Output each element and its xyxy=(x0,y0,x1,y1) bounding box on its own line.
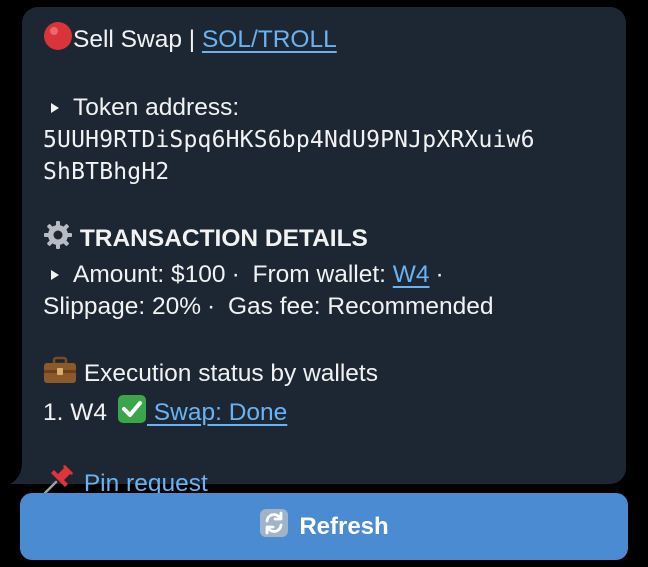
triangle-bullet-icon xyxy=(51,270,59,280)
execution-item: 1. W4 Swap: Done xyxy=(43,394,606,433)
details-heading-row: TRANSACTION DETAILS xyxy=(43,220,606,259)
gas-fee-text: Gas fee: Recommended xyxy=(228,293,494,320)
amount-text: Amount: $100 xyxy=(73,261,226,288)
pair-link[interactable]: SOL/TROLL xyxy=(202,26,337,53)
message-bubble: Sell Swap | SOL/TROLL Token address: 5UU… xyxy=(22,7,626,497)
title-text: Sell Swap | xyxy=(73,26,202,53)
execution-heading-row: Execution status by wallets xyxy=(43,355,606,394)
separator: · xyxy=(435,261,444,288)
amount-row: Amount: $100 · From wallet: W4 · xyxy=(43,259,606,291)
briefcase-icon xyxy=(43,355,77,394)
gear-icon xyxy=(43,220,73,259)
execution-item-link[interactable]: Swap: Done xyxy=(107,395,287,426)
separator: · xyxy=(231,261,240,288)
refresh-icon xyxy=(259,508,289,545)
slippage-row: Slippage: 20% · Gas fee: Recommended xyxy=(43,291,606,323)
red-circle-icon xyxy=(43,21,73,60)
execution-item-wallet: 1. W4 xyxy=(43,399,107,426)
details-heading: TRANSACTION DETAILS xyxy=(79,225,368,252)
execution-heading: Execution status by wallets xyxy=(83,360,378,387)
separator: · xyxy=(207,293,216,320)
token-address-line-1[interactable]: 5UUH9RTDiSpq6HKS6bp4NdU9PNJpXRXuiw6 xyxy=(43,124,606,156)
chat-view: Sell Swap | SOL/TROLL Token address: 5UU… xyxy=(0,0,648,567)
token-address-line-2[interactable]: ShBTBhgH2 xyxy=(43,156,606,188)
from-wallet-label: From wallet: xyxy=(252,261,393,288)
token-label: Token address: xyxy=(73,94,240,121)
slippage-text: Slippage: 20% xyxy=(43,293,202,320)
message-title: Sell Swap | SOL/TROLL xyxy=(43,21,606,60)
token-label-row: Token address: xyxy=(43,92,606,124)
triangle-bullet-icon xyxy=(51,103,59,113)
check-mark-icon xyxy=(117,394,147,433)
refresh-button[interactable]: Refresh xyxy=(20,493,628,560)
from-wallet-link[interactable]: W4 xyxy=(393,261,430,288)
refresh-label: Refresh xyxy=(299,512,389,540)
swap-status-text[interactable]: Swap: Done xyxy=(147,399,287,426)
